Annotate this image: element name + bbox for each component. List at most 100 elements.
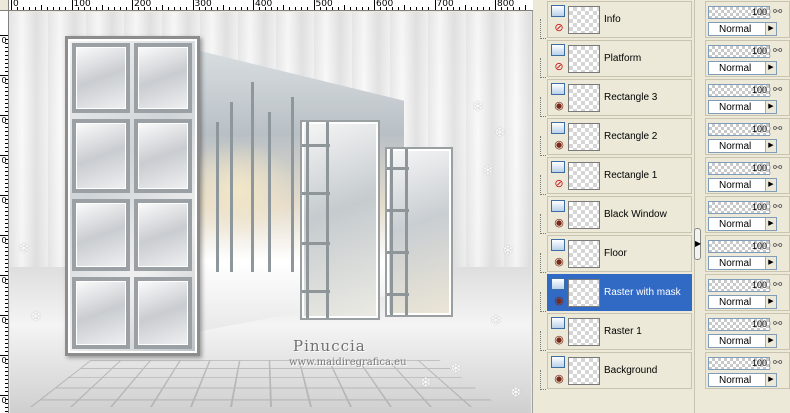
- horizontal-ruler[interactable]: 0 100 200 300 400 500 600 700 800: [9, 0, 533, 11]
- eye-icon[interactable]: ◉: [552, 217, 566, 229]
- link-icon[interactable]: ⚯: [773, 239, 782, 252]
- layer-row-background[interactable]: ◉ Background: [547, 352, 692, 389]
- blend-mode-select[interactable]: Normal ▶: [708, 373, 777, 387]
- link-icon[interactable]: ⚯: [773, 83, 782, 96]
- vertical-ruler[interactable]: 0000000000: [0, 11, 9, 413]
- dropdown-arrow-icon[interactable]: ▶: [765, 23, 776, 35]
- ruler-minor-tick: [5, 359, 8, 360]
- layer-row-rectangle-3[interactable]: ◉ Rectangle 3: [547, 79, 692, 116]
- blend-mode-select[interactable]: Normal ▶: [708, 334, 777, 348]
- layer-row-platform[interactable]: ⊘ Platform: [547, 40, 692, 77]
- ruler-minor-tick: [228, 7, 230, 10]
- opacity-slider[interactable]: 100: [708, 357, 771, 370]
- opacity-value: 100: [751, 280, 767, 290]
- ruler-minor-tick: [5, 223, 8, 224]
- opacity-slider[interactable]: 100: [708, 201, 771, 214]
- dropdown-arrow-icon[interactable]: ▶: [765, 218, 776, 230]
- opacity-slider[interactable]: 100: [708, 318, 771, 331]
- ruler-minor-tick: [5, 71, 8, 72]
- ruler-minor-tick: [5, 219, 8, 220]
- layer-properties-floor: 100 ⚯ Normal ▶: [705, 235, 790, 272]
- ruler-minor-tick: [501, 7, 503, 10]
- ruler-minor-tick: [5, 59, 8, 60]
- ruler-minor-tick: [5, 211, 8, 212]
- image-canvas[interactable]: ❄ ❄ ❄ ❄ ❄ ❄ ❄ ❄ ❄ ❄ Pinuccia www.maidire…: [10, 12, 531, 413]
- eye-icon[interactable]: ◉: [552, 100, 566, 112]
- collapse-arrow-icon[interactable]: ▶: [694, 228, 701, 260]
- link-icon[interactable]: ⚯: [773, 44, 782, 57]
- link-icon[interactable]: ⚯: [773, 122, 782, 135]
- blend-mode-select[interactable]: Normal ▶: [708, 217, 777, 231]
- ruler-minor-tick: [180, 7, 182, 10]
- ruler-minor-tick: [5, 95, 8, 96]
- link-icon[interactable]: ⚯: [773, 200, 782, 213]
- dropdown-arrow-icon[interactable]: ▶: [765, 257, 776, 269]
- snowflake-decoration: ❄: [450, 360, 462, 376]
- blend-mode-select[interactable]: Normal ▶: [708, 22, 777, 36]
- opacity-slider[interactable]: 100: [708, 84, 771, 97]
- ruler-minor-tick: [5, 271, 8, 272]
- ruler-minor-tick: [5, 259, 8, 260]
- eye-icon[interactable]: ◉: [552, 334, 566, 346]
- opacity-slider[interactable]: 100: [708, 279, 771, 292]
- ruler-tick-label: 300: [194, 0, 212, 9]
- ruler-minor-tick: [5, 391, 8, 392]
- ruler-minor-tick: [458, 7, 460, 10]
- dropdown-arrow-icon[interactable]: ▶: [765, 296, 776, 308]
- layer-row-rectangle-2[interactable]: ◉ Rectangle 2: [547, 118, 692, 155]
- ruler-minor-tick: [452, 7, 454, 10]
- opacity-slider[interactable]: 100: [708, 6, 771, 19]
- dropdown-arrow-icon[interactable]: ▶: [765, 179, 776, 191]
- ruler-minor-tick: [5, 335, 8, 336]
- ruler-minor-tick: [5, 255, 8, 256]
- link-icon[interactable]: ⚯: [773, 356, 782, 369]
- eye-icon[interactable]: ◉: [552, 139, 566, 151]
- visibility-off-icon[interactable]: ⊘: [552, 178, 566, 190]
- ruler-minor-tick: [5, 303, 8, 304]
- layer-thumbnail: [568, 279, 600, 307]
- link-icon[interactable]: ⚯: [773, 161, 782, 174]
- layer-row-rectangle-1[interactable]: ⊘ Rectangle 1: [547, 157, 692, 194]
- ruler-minor-tick: [5, 147, 8, 148]
- eye-icon[interactable]: ◉: [552, 373, 566, 385]
- eye-icon[interactable]: ◉: [552, 295, 566, 307]
- layer-row-floor[interactable]: ◉ Floor: [547, 235, 692, 272]
- blend-mode-select[interactable]: Normal ▶: [708, 61, 777, 75]
- visibility-off-icon[interactable]: ⊘: [552, 61, 566, 73]
- layer-row-raster-1[interactable]: ◉ Raster 1: [547, 313, 692, 350]
- ruler-minor-tick: [343, 5, 345, 10]
- blend-mode-select[interactable]: Normal ▶: [708, 295, 777, 309]
- layer-row-black-window[interactable]: ◉ Black Window: [547, 196, 692, 233]
- palette-splitter[interactable]: [694, 0, 702, 413]
- blend-mode-select[interactable]: Normal ▶: [708, 100, 777, 114]
- ruler-tick: [132, 0, 133, 10]
- layer-row-raster-with-mask[interactable]: ◉ Raster with mask: [547, 274, 692, 311]
- layer-thumbnail: [568, 123, 600, 151]
- ruler-minor-tick: [156, 7, 158, 10]
- visibility-off-icon[interactable]: ⊘: [552, 22, 566, 34]
- blend-mode-select[interactable]: Normal ▶: [708, 139, 777, 153]
- opacity-value: 100: [751, 124, 767, 134]
- ruler-minor-tick: [5, 383, 8, 384]
- blend-mode-select[interactable]: Normal ▶: [708, 178, 777, 192]
- link-icon[interactable]: ⚯: [773, 317, 782, 330]
- dropdown-arrow-icon[interactable]: ▶: [765, 335, 776, 347]
- link-icon[interactable]: ⚯: [773, 5, 782, 18]
- dropdown-arrow-icon[interactable]: ▶: [765, 101, 776, 113]
- opacity-slider[interactable]: 100: [708, 240, 771, 253]
- blend-mode-select[interactable]: Normal ▶: [708, 256, 777, 270]
- opacity-slider[interactable]: 100: [708, 123, 771, 136]
- tree-connector: [540, 58, 546, 78]
- dropdown-arrow-icon[interactable]: ▶: [765, 62, 776, 74]
- layer-name: Platform: [604, 53, 642, 64]
- raster-layer-icon: [551, 161, 565, 173]
- dropdown-arrow-icon[interactable]: ▶: [765, 374, 776, 386]
- layer-row-info[interactable]: ⊘ Info: [547, 1, 692, 38]
- dropdown-arrow-icon[interactable]: ▶: [765, 140, 776, 152]
- opacity-slider[interactable]: 100: [708, 45, 771, 58]
- opacity-slider[interactable]: 100: [708, 162, 771, 175]
- snowflake-decoration: ❄: [494, 124, 506, 140]
- eye-icon[interactable]: ◉: [552, 256, 566, 268]
- ruler-minor-tick: [337, 7, 339, 10]
- link-icon[interactable]: ⚯: [773, 278, 782, 291]
